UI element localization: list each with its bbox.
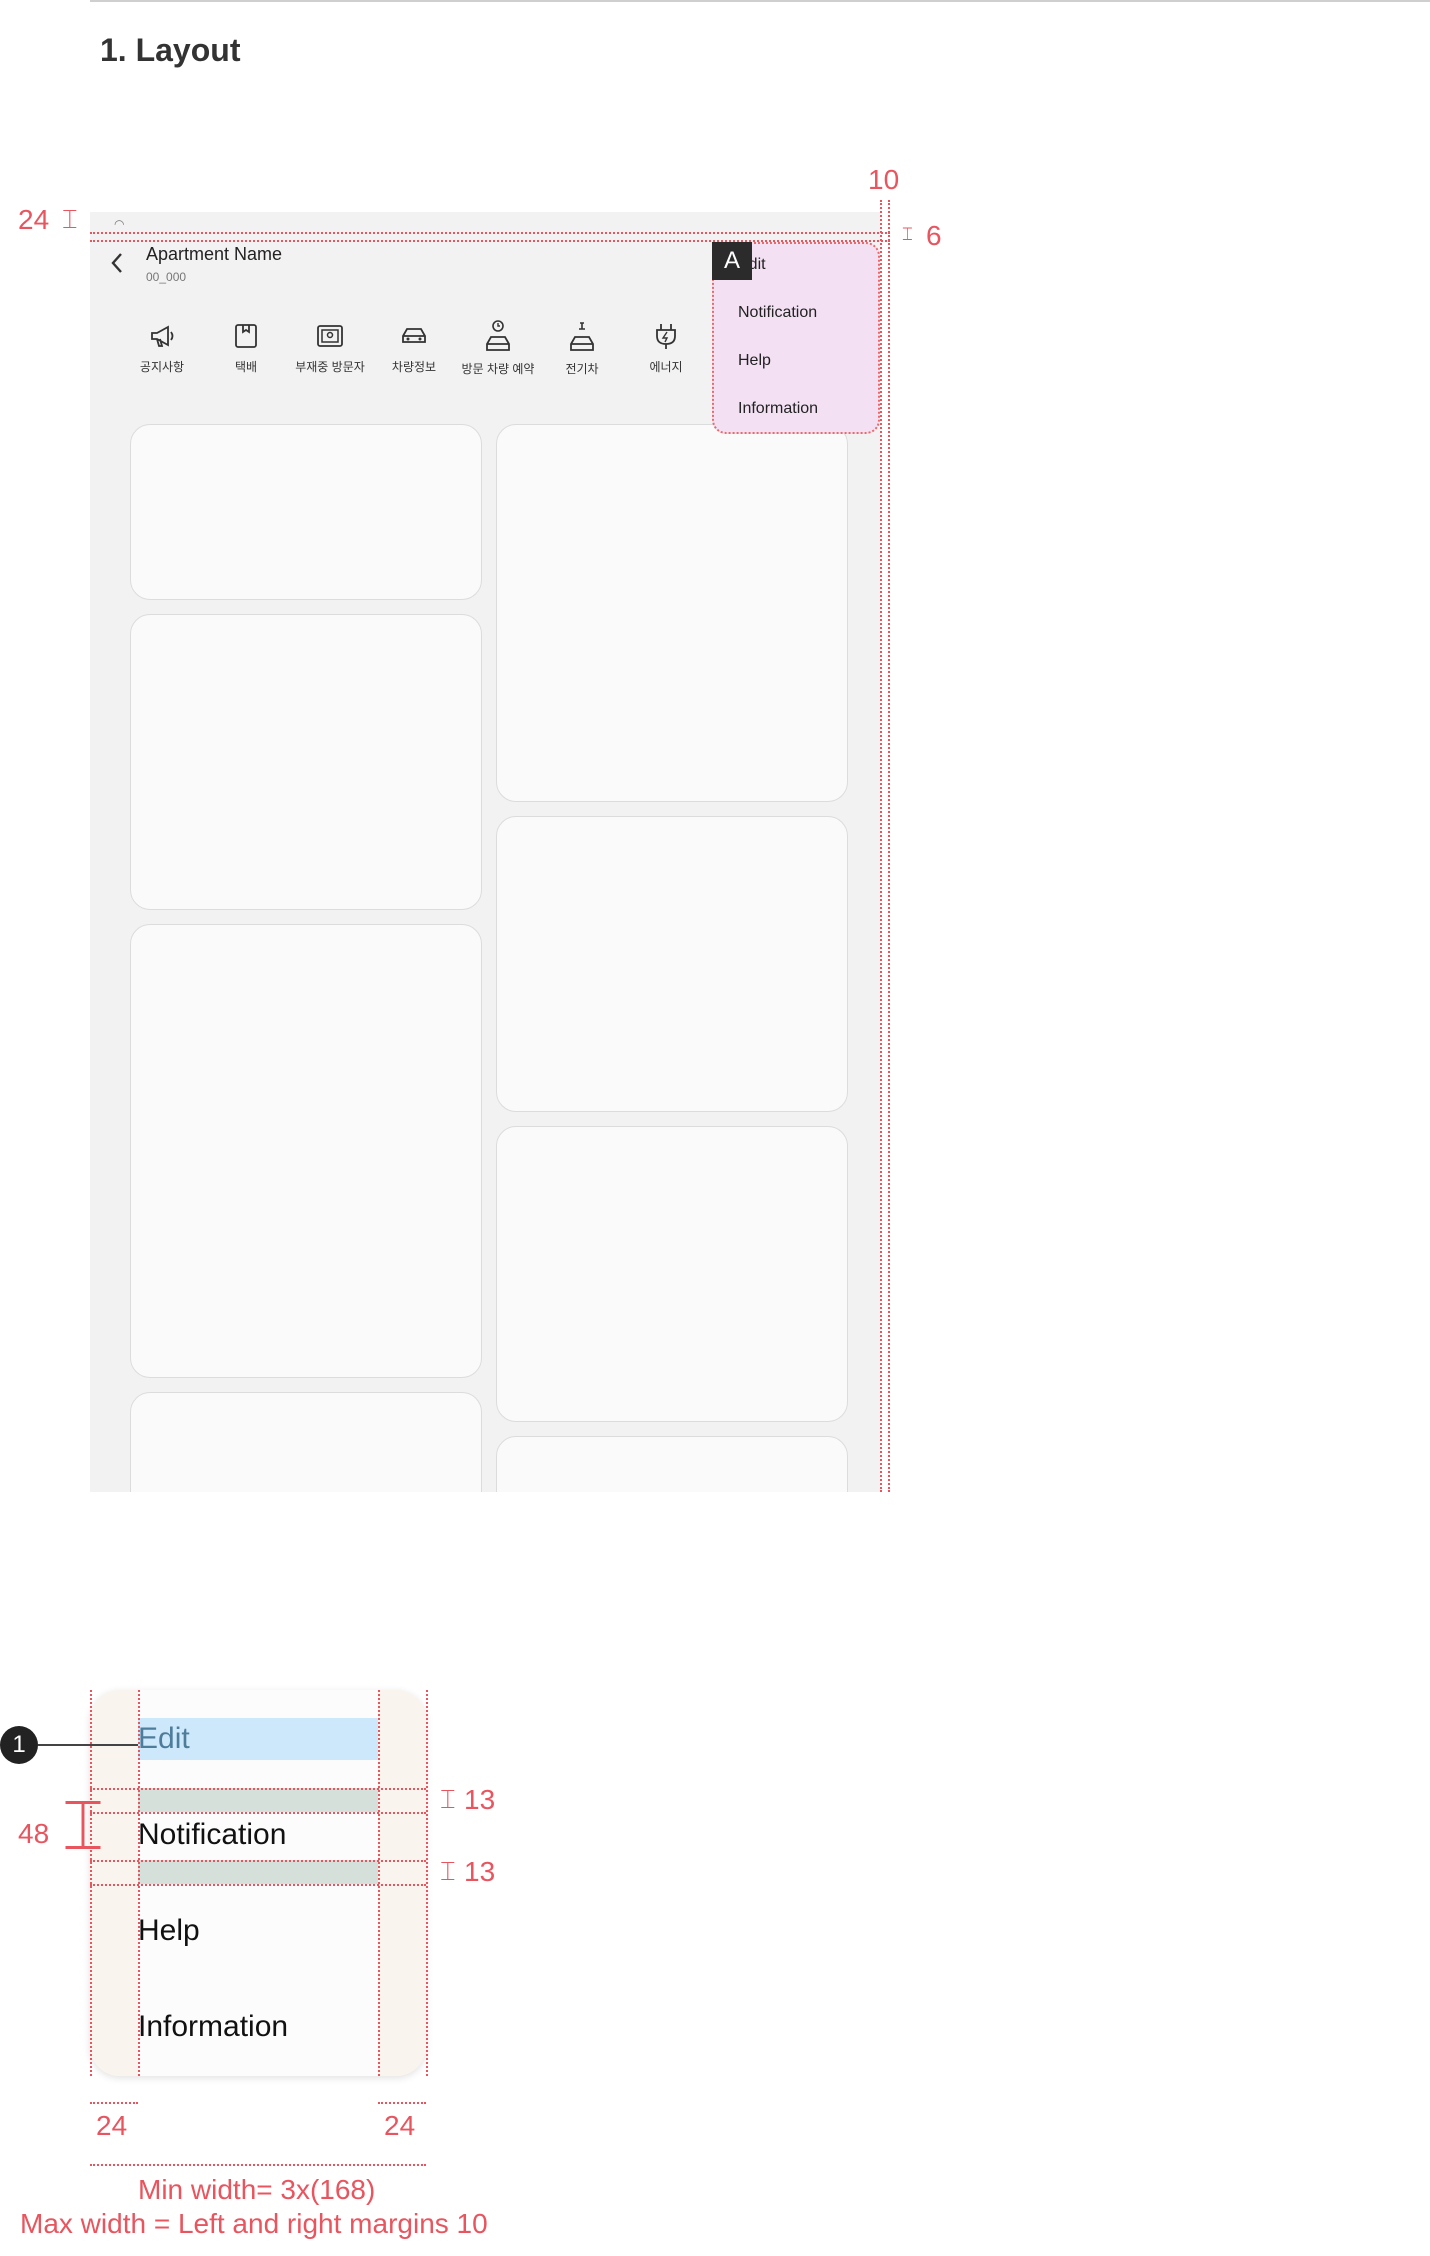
detail-item-help[interactable]: Help [138, 1914, 200, 1948]
top-gap-guide-line [90, 240, 890, 242]
min-width-label: Min width= 3x(168) [138, 2174, 376, 2205]
shortcut-vehicle-info[interactable]: 차량정보 [372, 320, 456, 375]
shortcut-label: 에너지 [649, 360, 683, 374]
item-height-label: 48 [18, 1818, 50, 1849]
apartment-code: 00_000 [146, 270, 187, 284]
detail-item-information[interactable]: Information [138, 2010, 288, 2044]
right-margin-label: 10 [868, 164, 900, 195]
card[interactable] [130, 924, 482, 1378]
right-padding-area [378, 1690, 426, 2076]
card[interactable] [130, 424, 482, 600]
package-icon [235, 324, 257, 348]
shortcut-label: 공지사항 [139, 360, 185, 374]
measure-icon: ⌶ [440, 1784, 456, 1814]
guide-line [90, 1788, 426, 1790]
width-guide-line [90, 2164, 426, 2166]
measure-icon: ⌶ [902, 224, 913, 244]
card[interactable] [496, 424, 848, 802]
card[interactable] [496, 1126, 848, 1422]
megaphone-icon [151, 325, 174, 347]
padding-top-area [138, 1788, 378, 1812]
status-guide-line [90, 232, 890, 234]
shortcut-label: 전기차 [565, 362, 599, 376]
card[interactable] [496, 816, 848, 1112]
annotation-badge: A [712, 242, 752, 280]
card[interactable] [496, 1436, 848, 1492]
measure-icon: ⌶ [62, 1786, 104, 1864]
guide-line [378, 2102, 426, 2104]
right-padding-label: 24 [384, 2110, 416, 2141]
padding-bottom-label: 13 [464, 1856, 496, 1887]
shortcut-missed-visitor[interactable]: 부재중 방문자 [288, 320, 372, 375]
right-guide-line [880, 200, 882, 1492]
shortcut-label: 차량정보 [391, 360, 437, 374]
guide-line [90, 1812, 426, 1814]
guide-line [90, 1884, 426, 1886]
guide-line [426, 1690, 428, 2076]
status-height-label: 24 [18, 204, 50, 235]
measure-icon: ⌶ [440, 1856, 456, 1886]
top-rule [90, 0, 1430, 2]
car-icon [402, 328, 426, 343]
top-gap-label: 6 [926, 220, 942, 251]
shortcut-visitor-car-reservation[interactable]: 방문 차량 예약 [456, 320, 540, 377]
guide-line [90, 1690, 92, 2076]
wifi-icon: ◠ [114, 217, 125, 231]
status-bar: ◠ [90, 212, 880, 234]
padding-bottom-area [138, 1860, 378, 1884]
measure-icon: ⌶ [62, 204, 78, 234]
detail-item-notification[interactable]: Notification [138, 1818, 286, 1852]
callout-marker: 1 [0, 1726, 38, 1764]
card[interactable] [130, 1392, 482, 1492]
ev-car-icon [570, 322, 594, 351]
callout-line [38, 1744, 138, 1746]
guide-line [90, 2102, 138, 2104]
shortcut-ev[interactable]: 전기차 [540, 320, 624, 377]
guide-line [90, 1860, 426, 1862]
tablet-frame: ◠ Apartment Name 00_000 공지사항 택배 부재중 방문자 … [90, 212, 880, 1492]
right-margin-guide-line [888, 200, 890, 1492]
card[interactable] [130, 614, 482, 910]
section-title: 1. Layout [100, 32, 241, 68]
car-clock-icon [486, 320, 510, 351]
plug-icon [656, 324, 676, 349]
shortcut-label: 부재중 방문자 [295, 360, 365, 374]
guide-line [138, 1690, 140, 2076]
intercom-icon [317, 325, 343, 347]
guide-line [378, 1690, 380, 2076]
popup-item-information[interactable]: Information [738, 400, 818, 418]
max-width-label: Max width = Left and right margins 10 [20, 2208, 488, 2239]
shortcut-label: 택배 [234, 360, 258, 374]
left-padding-area [90, 1690, 138, 2076]
shortcut-label: 방문 차량 예약 [461, 362, 535, 376]
back-button[interactable] [110, 252, 124, 278]
menu-detail: Edit Notification Help Information [90, 1690, 426, 2076]
popup-item-notification[interactable]: Notification [738, 304, 817, 322]
padding-top-label: 13 [464, 1784, 496, 1815]
detail-item-edit[interactable]: Edit [138, 1722, 190, 1756]
chevron-left-icon [111, 253, 122, 273]
left-padding-label: 24 [96, 2110, 128, 2141]
popup-item-help[interactable]: Help [738, 352, 771, 370]
shortcut-energy[interactable]: 에너지 [624, 320, 708, 375]
shortcut-parcel[interactable]: 택배 [204, 320, 288, 375]
shortcut-notice[interactable]: 공지사항 [120, 320, 204, 375]
apartment-name: Apartment Name [146, 244, 283, 264]
